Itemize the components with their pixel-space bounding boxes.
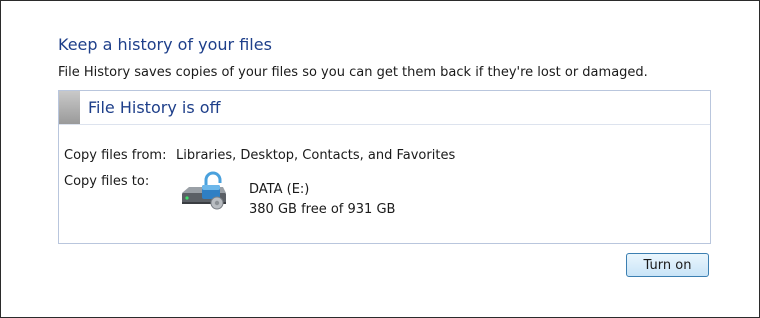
drive-free-space: 380 GB free of 931 GB [249,202,396,217]
locked-hard-drive-icon [179,169,229,215]
status-indicator-bar [59,91,80,124]
copy-from-value: Libraries, Desktop, Contacts, and Favori… [176,148,456,163]
copy-to-label: Copy files to: [64,174,150,189]
status-panel: File History is off Copy files from: Lib… [58,90,711,244]
status-title: File History is off [88,98,221,117]
page-heading: Keep a history of your files [58,35,272,54]
copy-from-label: Copy files from: [64,148,167,163]
drive-name: DATA (E:) [249,182,310,197]
page-description: File History saves copies of your files … [58,65,648,80]
status-panel-header: File History is off [59,91,710,125]
file-history-window: Keep a history of your files File Histor… [0,0,760,318]
turn-on-button[interactable]: Turn on [626,253,709,277]
